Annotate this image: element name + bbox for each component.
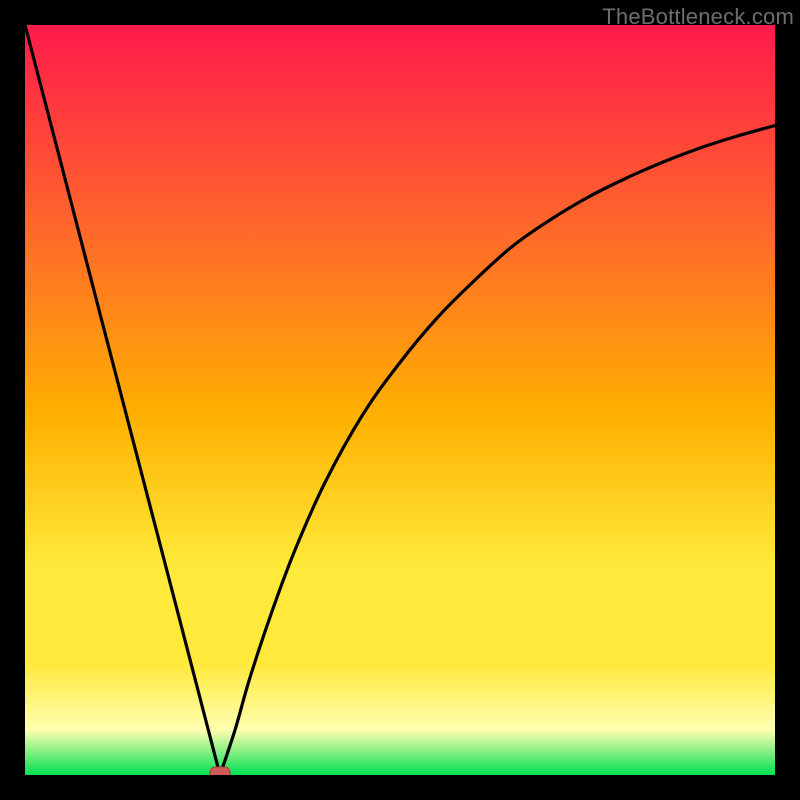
gradient-background [25,25,775,775]
bottleneck-chart [25,25,775,775]
optimal-marker [210,767,230,775]
watermark-text: TheBottleneck.com [602,4,794,30]
chart-frame: TheBottleneck.com [0,0,800,800]
